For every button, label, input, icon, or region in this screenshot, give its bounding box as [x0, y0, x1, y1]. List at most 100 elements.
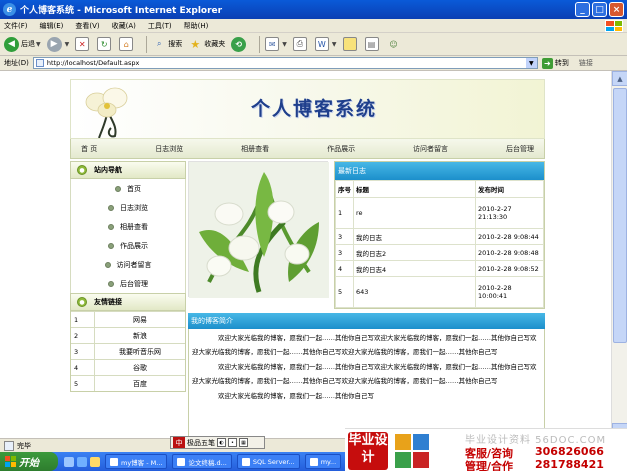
- ime-moon-icon[interactable]: ◐: [217, 438, 226, 447]
- stop-button[interactable]: ✕: [75, 37, 91, 51]
- link-num: 3: [71, 344, 95, 359]
- menu-favorites[interactable]: 收藏(A): [112, 21, 136, 31]
- ie-icon: [110, 457, 118, 466]
- toolbar-divider: [259, 35, 261, 53]
- forward-button[interactable]: ▶ ▼: [46, 36, 69, 52]
- links-button[interactable]: 链接: [579, 58, 593, 68]
- back-button[interactable]: ◀ 后退 ▼: [4, 36, 41, 52]
- maximize-button[interactable]: □: [592, 2, 607, 17]
- taskbar-item[interactable]: SQL Server...: [236, 454, 300, 469]
- intro-paragraph: 欢迎大家光临我的博客，愿我们一起……其他你自己写欢迎大家光临我的博客，愿我们一起…: [192, 334, 537, 356]
- refresh-button[interactable]: ↻: [97, 37, 113, 51]
- back-label: 后退: [21, 40, 35, 48]
- scroll-up-arrow-icon[interactable]: ▲: [612, 71, 627, 86]
- friend-link[interactable]: 新浪: [95, 331, 185, 341]
- taskbar-item[interactable]: my...: [304, 454, 342, 469]
- ime-punct-icon[interactable]: •: [228, 438, 237, 447]
- menu-view[interactable]: 查看(V): [75, 21, 99, 31]
- blog-intro-body: 欢迎大家光临我的博客，愿我们一起……其他你自己写欢迎大家光临我的博客，愿我们一起…: [188, 329, 545, 438]
- link-num: 1: [71, 312, 95, 327]
- mail-button[interactable]: ✉ ▼: [265, 37, 287, 51]
- desktop-icon[interactable]: [64, 456, 74, 467]
- favorites-button[interactable]: ★ 收藏夹: [188, 37, 225, 51]
- ad-banner: 毕业设计 毕业设计资料 56DOC.COM 客服/咨询 306826066 管理…: [345, 428, 627, 471]
- status-text: 完毕: [17, 441, 31, 450]
- side-item-album[interactable]: 相册查看: [71, 217, 185, 236]
- home-button[interactable]: ⌂: [119, 37, 135, 51]
- menu-help[interactable]: 帮助(H): [184, 21, 209, 31]
- friend-links-title: 友情链接: [94, 298, 122, 306]
- task-label: my博客 - M...: [121, 458, 163, 467]
- messenger-button[interactable]: ☺: [387, 37, 403, 51]
- history-button[interactable]: ⟲: [231, 36, 248, 52]
- site-nav-title: 站内导航: [94, 166, 122, 174]
- friend-link[interactable]: 谷歌: [95, 363, 185, 373]
- menu-tools[interactable]: 工具(T): [148, 21, 172, 31]
- chevron-down-icon[interactable]: ▼: [525, 58, 537, 68]
- media-icon[interactable]: [90, 456, 100, 467]
- table-row: 3 我要听音乐网: [71, 343, 185, 359]
- back-arrow-icon: ◀: [4, 36, 19, 52]
- diary-title-link[interactable]: 我的日志: [353, 228, 476, 245]
- side-item-diary[interactable]: 日志浏览: [71, 198, 185, 217]
- chevron-down-icon: ▼: [36, 40, 41, 48]
- side-item-works[interactable]: 作品展示: [71, 236, 185, 255]
- nav-guestbook[interactable]: 访问者留言: [413, 144, 448, 154]
- side-item-home[interactable]: 首页: [71, 179, 185, 198]
- ie-icon[interactable]: [77, 456, 87, 467]
- table-row: 3 我的日志2 2010-2-28 9:08:48: [335, 244, 544, 261]
- friend-links-table: 1 网易 2 新浪 3 我要听音乐网 4 谷歌 5 百度: [70, 311, 186, 392]
- star-icon: ★: [190, 37, 201, 51]
- menu-file[interactable]: 文件(F): [4, 21, 28, 31]
- start-button[interactable]: 开始: [0, 452, 58, 471]
- nav-admin[interactable]: 后台管理: [506, 144, 534, 154]
- side-item-admin[interactable]: 后台管理: [71, 274, 185, 293]
- friend-link[interactable]: 百度: [95, 379, 185, 389]
- ime-toolbar[interactable]: 中 极品五笔 ◐ • ▦: [170, 436, 265, 449]
- task-label: my...: [320, 457, 337, 466]
- table-row: 1 re 2010-2-27 21:13:30: [335, 197, 544, 229]
- col-title-header: 标题: [353, 180, 476, 198]
- page-icon: [35, 59, 44, 67]
- ime-keyboard-icon[interactable]: ▦: [239, 438, 248, 447]
- go-button[interactable]: ➜ 转到: [541, 57, 569, 69]
- menu-bar: 文件(F) 编辑(E) 查看(V) 收藏(A) 工具(T) 帮助(H): [0, 19, 627, 33]
- puzzle-icon: [395, 434, 429, 468]
- taskbar-item[interactable]: 论文终稿.d...: [172, 454, 232, 469]
- bullet-icon: ●: [77, 297, 87, 307]
- research-icon: ▤: [364, 37, 379, 51]
- ad-watermark: 毕业设计资料 56DOC.COM: [465, 435, 607, 446]
- scroll-thumb[interactable]: [613, 88, 627, 343]
- side-item-guestbook[interactable]: 访问者留言: [71, 255, 185, 274]
- nav-works[interactable]: 作品展示: [327, 144, 355, 154]
- forward-arrow-icon: ▶: [46, 36, 62, 52]
- close-button[interactable]: ×: [609, 2, 624, 17]
- intro-paragraph: 欢迎大家光临我的博客，愿我们一起……其他你自己写: [218, 392, 374, 400]
- nav-home[interactable]: 首 页: [81, 144, 97, 154]
- diary-title-link[interactable]: 我的日志2: [353, 244, 476, 261]
- diary-title-link[interactable]: re: [353, 197, 476, 229]
- search-button[interactable]: ⌕ 搜索: [152, 37, 182, 51]
- minimize-button[interactable]: _: [575, 2, 590, 17]
- mail-icon: ✉: [265, 37, 280, 51]
- diary-title-link[interactable]: 643: [353, 276, 476, 308]
- diary-title-link[interactable]: 我的日志4: [353, 260, 476, 277]
- friend-link[interactable]: 网易: [95, 315, 185, 325]
- friend-link[interactable]: 我要听音乐网: [95, 347, 185, 357]
- research-button[interactable]: ▤: [364, 37, 381, 51]
- nav-album[interactable]: 相册查看: [241, 144, 269, 154]
- latest-diary-panel: 最新日志 序号 标题 发布时间 1 re 2010-2-27 21:13:30: [334, 161, 545, 309]
- ad-phone-1: 306826066: [535, 445, 604, 458]
- quick-launch: [64, 456, 100, 467]
- print-button[interactable]: ⎙: [292, 37, 309, 51]
- bullet-icon: [115, 185, 121, 192]
- taskbar-item[interactable]: my博客 - M...: [105, 454, 168, 469]
- window-titlebar: e 个人博客系统 - Microsoft Internet Explorer _…: [0, 0, 627, 19]
- table-row: 5 百度: [71, 375, 185, 391]
- nav-diary[interactable]: 日志浏览: [155, 144, 183, 154]
- vertical-scrollbar[interactable]: ▲ ▼: [611, 71, 627, 438]
- edit-button[interactable]: W ▼: [314, 37, 337, 51]
- menu-edit[interactable]: 编辑(E): [40, 21, 64, 31]
- address-input[interactable]: http://localhost/Default.aspx ▼: [32, 57, 538, 69]
- discuss-button[interactable]: [342, 37, 359, 51]
